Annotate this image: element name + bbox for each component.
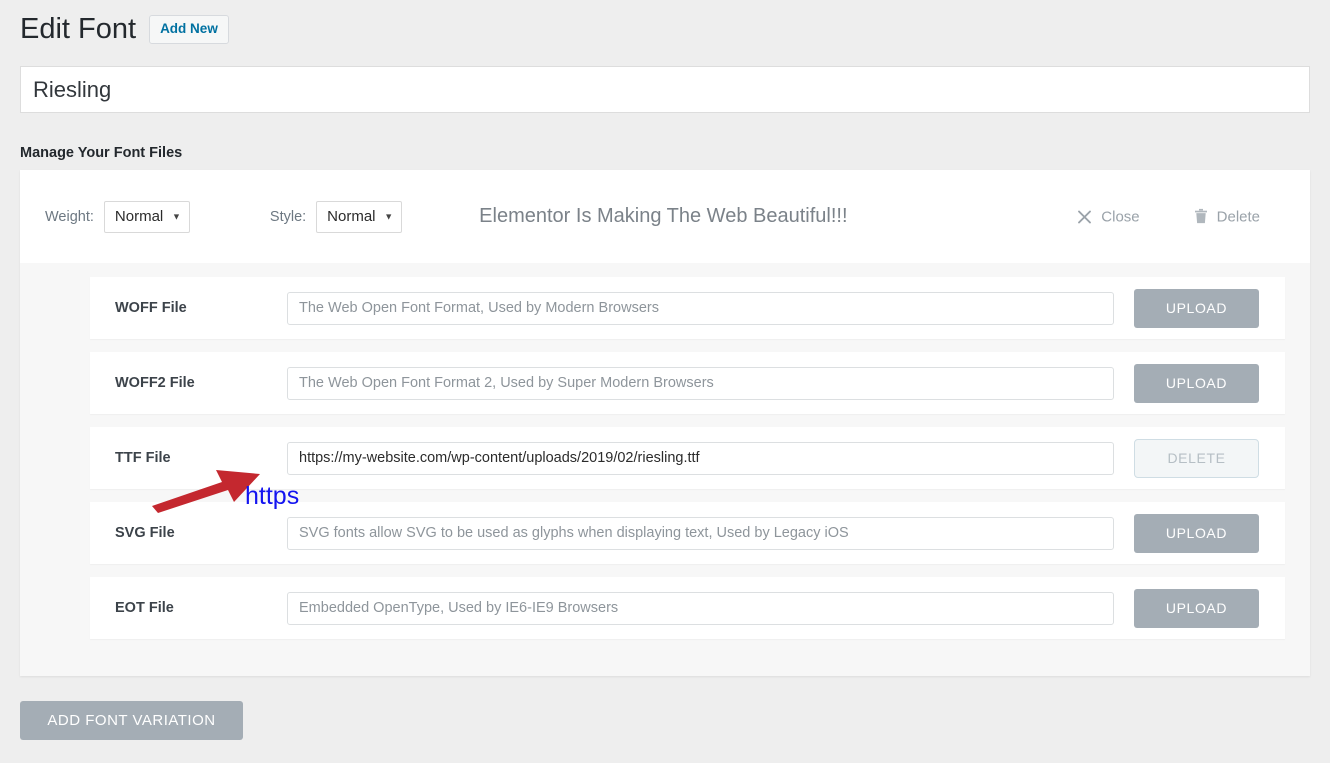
style-select-value: Normal: [327, 208, 375, 225]
file-row-eot: EOT File UPLOAD: [90, 577, 1285, 639]
ttf-file-input[interactable]: [287, 442, 1114, 475]
eot-file-input[interactable]: [287, 592, 1114, 625]
file-row-label: WOFF2 File: [115, 375, 287, 391]
add-new-button[interactable]: Add New: [149, 15, 229, 44]
delete-label: Delete: [1217, 208, 1260, 225]
woff2-file-input[interactable]: [287, 367, 1114, 400]
file-row-woff2: WOFF2 File UPLOAD: [90, 352, 1285, 414]
eot-upload-button[interactable]: UPLOAD: [1134, 589, 1259, 628]
page-header: Edit Font Add New: [20, 12, 229, 47]
variation-header: Weight: Normal ▼ Style: Normal ▼ Element…: [20, 170, 1310, 263]
woff2-upload-button[interactable]: UPLOAD: [1134, 364, 1259, 403]
style-label: Style:: [270, 209, 306, 225]
file-row-ttf: TTF File DELETE: [90, 427, 1285, 489]
style-select[interactable]: Normal ▼: [316, 201, 402, 233]
font-preview-text: Elementor Is Making The Web Beautiful!!!: [479, 205, 847, 228]
add-font-variation-button[interactable]: ADD FONT VARIATION: [20, 701, 243, 740]
section-heading: Manage Your Font Files: [20, 145, 182, 161]
file-row-label: WOFF File: [115, 300, 287, 316]
svg-file-input[interactable]: [287, 517, 1114, 550]
woff-upload-button[interactable]: UPLOAD: [1134, 289, 1259, 328]
weight-control: Weight: Normal ▼: [45, 201, 190, 233]
file-row-label: SVG File: [115, 525, 287, 541]
close-label: Close: [1101, 208, 1139, 225]
font-title-input[interactable]: [20, 66, 1310, 113]
file-rows: WOFF File UPLOAD WOFF2 File UPLOAD TTF F…: [20, 263, 1310, 657]
chevron-down-icon: ▼: [384, 212, 393, 221]
ttf-delete-button[interactable]: DELETE: [1134, 439, 1259, 478]
font-files-panel: Weight: Normal ▼ Style: Normal ▼ Element…: [20, 170, 1310, 676]
file-row-label: EOT File: [115, 600, 287, 616]
file-row-woff: WOFF File UPLOAD: [90, 277, 1285, 339]
close-variation-button[interactable]: Close: [1077, 208, 1139, 225]
woff-file-input[interactable]: [287, 292, 1114, 325]
close-icon: [1077, 209, 1092, 224]
weight-select-value: Normal: [115, 208, 163, 225]
weight-select[interactable]: Normal ▼: [104, 201, 190, 233]
file-row-svg: SVG File UPLOAD: [90, 502, 1285, 564]
page-title: Edit Font: [20, 12, 136, 47]
style-control: Style: Normal ▼: [270, 201, 402, 233]
variation-actions: Close Delete: [1077, 208, 1260, 225]
chevron-down-icon: ▼: [172, 212, 181, 221]
file-row-label: TTF File: [115, 450, 287, 466]
svg-upload-button[interactable]: UPLOAD: [1134, 514, 1259, 553]
trash-icon: [1194, 209, 1208, 225]
weight-label: Weight:: [45, 209, 94, 225]
delete-variation-button[interactable]: Delete: [1194, 208, 1260, 225]
